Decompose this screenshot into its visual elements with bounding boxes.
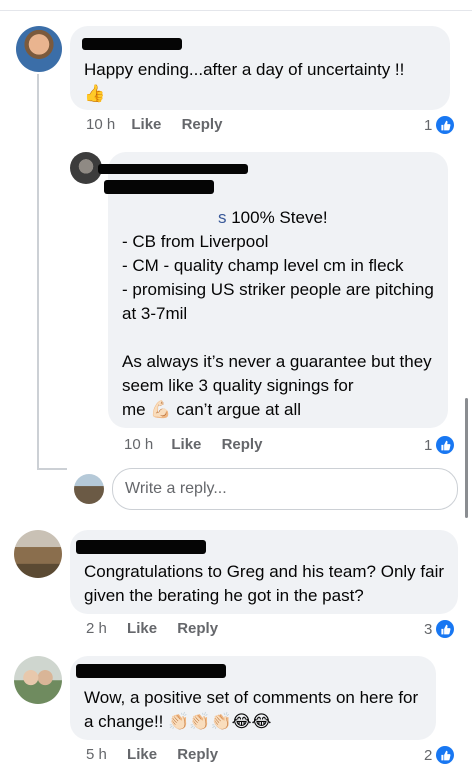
comment-bubble: Congratulations to Greg and his team? On… <box>70 530 458 614</box>
comment-meta: 10 h Like Reply <box>124 436 262 453</box>
thumbs-up-emoji: 👍 <box>84 84 106 103</box>
comment-text-first-line: s 100% Steve! <box>122 182 442 230</box>
comment-meta: 10 h Like Reply <box>86 116 222 133</box>
reply-button[interactable]: Reply <box>177 620 218 637</box>
reply-input-placeholder: Write a reply... <box>125 480 227 497</box>
thumbs-up-icon <box>436 620 455 638</box>
reply-input[interactable]: Write a reply... <box>112 468 458 510</box>
comment-bubble: Wow, a positive set of comments on here … <box>70 656 436 740</box>
comment-time[interactable]: 2 h <box>86 620 107 637</box>
reaction-summary[interactable]: 1 <box>424 116 455 134</box>
redacted-author-name[interactable] <box>76 540 206 554</box>
comment-text: 100% Steve! <box>226 208 328 227</box>
avatar[interactable] <box>14 656 62 704</box>
top-divider <box>0 10 472 11</box>
thread-line <box>37 74 39 470</box>
comment-time[interactable]: 5 h <box>86 746 107 763</box>
like-button[interactable]: Like <box>127 746 157 763</box>
like-button[interactable]: Like <box>131 116 161 133</box>
comment-bubble: Happy ending...after a day of uncertaint… <box>70 26 450 110</box>
comment-text: can’t argue at all <box>171 400 301 419</box>
reaction-count: 1 <box>424 436 433 454</box>
flexed-biceps-emoji: 💪🏻 <box>150 400 172 419</box>
clapping-laughing-emoji: 👏🏻👏🏻👏🏻😂😂 <box>168 712 272 731</box>
comment-text: Wow, a positive set of comments on here … <box>84 686 428 734</box>
reply-button[interactable]: Reply <box>222 436 263 453</box>
reaction-summary[interactable]: 3 <box>424 620 455 638</box>
reaction-summary[interactable]: 1 <box>424 436 455 454</box>
scrollbar[interactable] <box>465 398 468 518</box>
reply-button[interactable]: Reply <box>182 116 223 133</box>
thumbs-up-icon <box>436 116 455 134</box>
redacted-author-name[interactable] <box>76 664 226 678</box>
mention-link[interactable]: s <box>218 208 227 227</box>
comment-time[interactable]: 10 h <box>124 436 153 453</box>
thumbs-up-icon <box>436 746 455 764</box>
redacted-author-name[interactable] <box>82 38 182 50</box>
like-button[interactable]: Like <box>127 620 157 637</box>
reaction-count: 2 <box>424 746 433 764</box>
reaction-count: 1 <box>424 116 433 134</box>
comment-time[interactable]: 10 h <box>86 116 115 133</box>
comment-bubble: s 100% Steve! - CB from Liverpool - CM -… <box>98 152 448 428</box>
thread-curve <box>37 468 67 470</box>
comment-meta: 5 h Like Reply <box>86 746 218 763</box>
comment-text: Congratulations to Greg and his team? On… <box>84 562 445 605</box>
comment-text-body: - CB from Liverpool - CM - quality champ… <box>122 230 442 422</box>
avatar[interactable] <box>14 530 62 578</box>
comment-meta: 2 h Like Reply <box>86 620 218 637</box>
avatar[interactable] <box>16 26 62 72</box>
redacted-author-name[interactable] <box>98 164 248 174</box>
current-user-avatar <box>74 474 104 504</box>
reaction-summary[interactable]: 2 <box>424 746 455 764</box>
comment-text: - CB from Liverpool - CM - quality champ… <box>122 232 434 419</box>
thumbs-up-icon <box>436 436 455 454</box>
like-button[interactable]: Like <box>171 436 201 453</box>
comment-text: Happy ending...after a day of uncertaint… <box>84 60 405 79</box>
reaction-count: 3 <box>424 620 433 638</box>
reply-button[interactable]: Reply <box>177 746 218 763</box>
